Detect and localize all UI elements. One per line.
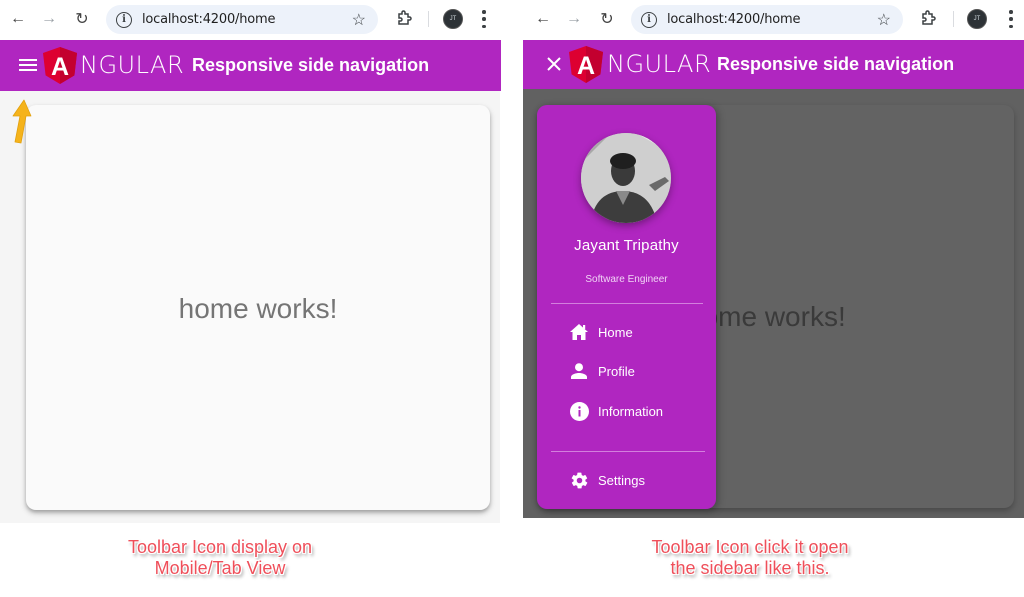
bookmark-star-icon[interactable]: ☆ (352, 10, 366, 30)
extensions-icon[interactable] (395, 9, 413, 27)
nav-item-label: Home (598, 324, 633, 340)
user-avatar (581, 133, 671, 223)
mobile-view-screenshot: ← → ↻ i localhost:4200/home ☆ JT A NGULA… (0, 0, 501, 597)
extensions-icon[interactable] (919, 9, 937, 27)
profile-avatar[interactable]: JT (443, 9, 463, 29)
hamburger-menu-icon (19, 59, 37, 71)
hamburger-menu-button[interactable] (17, 54, 39, 76)
nav-item-information[interactable]: Information (569, 398, 663, 424)
site-info-icon[interactable]: i (641, 11, 657, 28)
toolbar-title: Responsive side navigation (717, 54, 955, 74)
logo-text: NGULAR (80, 51, 185, 79)
more-menu-icon[interactable] (482, 10, 486, 28)
app-toolbar: A NGULAR Responsive side navigation (523, 40, 1024, 89)
backdrop-overlay[interactable]: home works! Jayant Tripathy Software Eng… (523, 89, 1024, 518)
annotation-caption-left: Toolbar Icon display on Mobile/Tab View (100, 537, 340, 579)
back-icon[interactable]: ← (7, 8, 29, 30)
nav-item-label: Information (598, 403, 664, 419)
user-photo (581, 133, 671, 223)
svg-text:A: A (51, 53, 69, 81)
home-card: home works! (26, 105, 490, 510)
nav-item-home[interactable]: Home (569, 319, 633, 345)
home-icon (569, 322, 589, 342)
nav-divider-top (551, 303, 703, 304)
user-name: Jayant Tripathy (574, 237, 679, 254)
caption-line-2: the sidebar like this. (670, 558, 830, 578)
forward-icon[interactable]: → (38, 8, 60, 30)
logo-text: NGULAR (607, 50, 712, 78)
address-bar[interactable]: i localhost:4200/home ☆ (631, 5, 903, 34)
site-info-icon[interactable]: i (116, 11, 132, 28)
svg-text:A: A (577, 52, 595, 80)
nav-item-profile[interactable]: Profile (569, 358, 635, 384)
home-works-text: home works! (178, 292, 338, 324)
side-navigation-drawer: Jayant Tripathy Software Engineer Home P… (537, 105, 716, 509)
caption-line-2: Mobile/Tab View (154, 558, 286, 578)
person-icon (569, 361, 589, 381)
forward-icon[interactable]: → (563, 8, 585, 30)
toolbar-separator (428, 11, 429, 27)
profile-avatar[interactable]: JT (967, 9, 987, 29)
toolbar-separator (953, 11, 954, 27)
back-icon[interactable]: ← (532, 8, 554, 30)
annotation-caption-right: Toolbar Icon click it open the sidebar l… (620, 537, 880, 579)
nav-divider-bottom (551, 451, 705, 452)
gear-icon (569, 470, 589, 490)
browser-chrome: ← → ↻ i localhost:4200/home ☆ JT (0, 0, 501, 40)
up-arrow-icon (12, 99, 32, 144)
caption-line-1: Toolbar Icon display on (127, 537, 313, 557)
toolbar-title: Responsive side navigation (192, 55, 430, 75)
nav-item-label: Settings (598, 472, 645, 488)
user-role: Software Engineer (585, 274, 668, 285)
caption-line-1: Toolbar Icon click it open (651, 537, 849, 557)
close-menu-button[interactable] (543, 53, 565, 75)
nav-item-settings[interactable]: Settings (569, 467, 645, 493)
reload-icon[interactable]: ↻ (596, 8, 618, 30)
angular-logo-icon: A (569, 46, 603, 83)
browser-chrome: ← → ↻ i localhost:4200/home ☆ JT (523, 0, 1024, 40)
more-menu-icon[interactable] (1009, 10, 1013, 28)
main-content: home works! (0, 91, 500, 523)
nav-item-label: Profile (598, 363, 635, 379)
bookmark-star-icon[interactable]: ☆ (877, 10, 891, 30)
close-icon (547, 57, 561, 71)
sidebar-open-screenshot: ← → ↻ i localhost:4200/home ☆ JT A NGULA… (523, 0, 1024, 597)
url-text[interactable]: localhost:4200/home (667, 12, 800, 27)
reload-icon[interactable]: ↻ (71, 8, 93, 30)
url-text[interactable]: localhost:4200/home (142, 12, 275, 27)
address-bar[interactable]: i localhost:4200/home ☆ (106, 5, 378, 34)
app-toolbar: A NGULAR Responsive side navigation (0, 40, 501, 91)
angular-logo-icon: A (43, 47, 77, 84)
info-icon (569, 401, 589, 421)
